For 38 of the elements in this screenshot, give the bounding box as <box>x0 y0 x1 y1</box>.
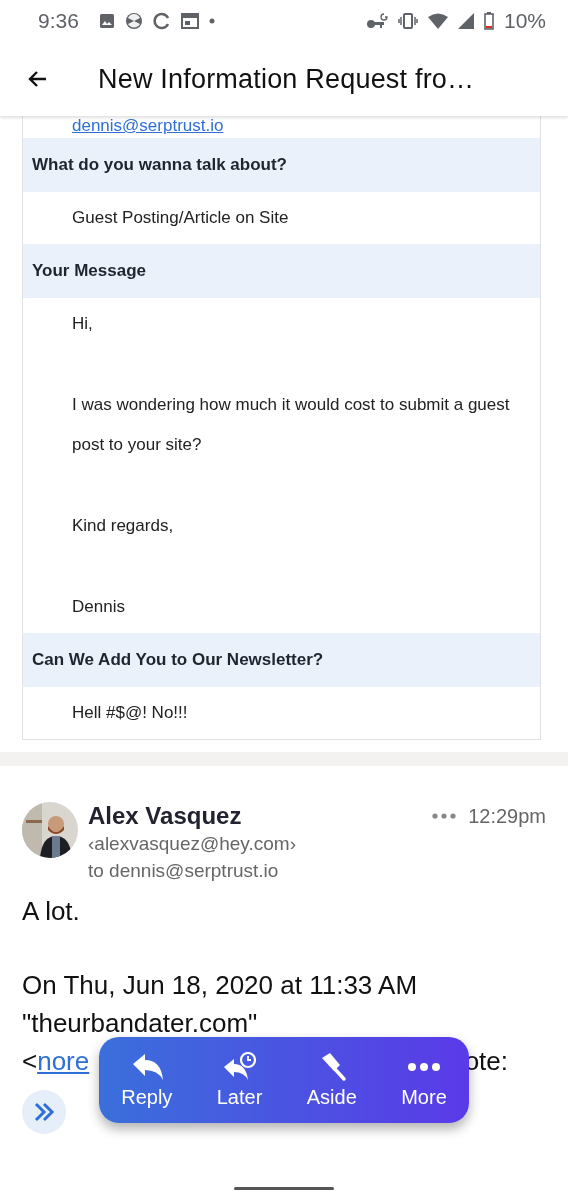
expand-icon[interactable] <box>22 1090 66 1134</box>
field-label: What do you wanna talk about? <box>23 138 540 192</box>
more-icon <box>407 1062 440 1071</box>
sender-email: ‹alexvasquez@hey.com› <box>88 832 297 856</box>
message-text: On Thu, Jun 18, 2020 at 11:33 AM <box>22 969 419 1002</box>
battery-level: 10% <box>503 9 546 33</box>
email-link[interactable]: dennis@serptrust.io <box>72 116 224 135</box>
sender-name: Alex Vasquez <box>88 802 242 830</box>
action-button[interactable]: Reply <box>121 1051 173 1109</box>
email-subject: New Information Request fro… <box>98 63 475 95</box>
key-icon <box>365 12 388 30</box>
sync-icon <box>152 12 171 30</box>
signal-icon <box>457 13 474 29</box>
message-time: 12:29pm <box>468 804 546 828</box>
field-value: Guest Posting/Article on Site <box>72 207 290 229</box>
message-text: A lot. <box>22 895 81 928</box>
status-time: 9:36 <box>38 9 79 33</box>
calendar-icon <box>180 13 199 29</box>
battery-icon <box>483 12 494 30</box>
action-button[interactable]: More <box>401 1051 447 1109</box>
action-button[interactable]: Later <box>216 1051 263 1109</box>
message-text: < <box>22 1045 38 1078</box>
field-label: Your Message <box>23 244 540 298</box>
field-label: Can We Add You to Our Newsletter? <box>23 633 540 687</box>
field-value: I was wondering how much it would cost to submit a guest post to your site? <box>72 394 511 456</box>
field-value: Hi, <box>72 313 94 335</box>
action-button[interactable]: Aside <box>306 1051 357 1109</box>
image-icon <box>98 13 115 29</box>
field-value: Kind regards, <box>72 515 175 537</box>
field-value: Hell #$@! No!!! <box>72 702 189 724</box>
recipient: to dennis@serptrust.io <box>88 859 280 883</box>
field-value: Dennis <box>72 596 126 618</box>
message-text: "theurbandater.com" <box>22 1007 259 1040</box>
vibrate-icon <box>397 13 418 29</box>
wifi-icon <box>427 13 448 29</box>
email-link[interactable]: nore <box>37 1042 90 1080</box>
more-icon[interactable] <box>432 813 457 819</box>
dot-icon <box>208 18 215 24</box>
